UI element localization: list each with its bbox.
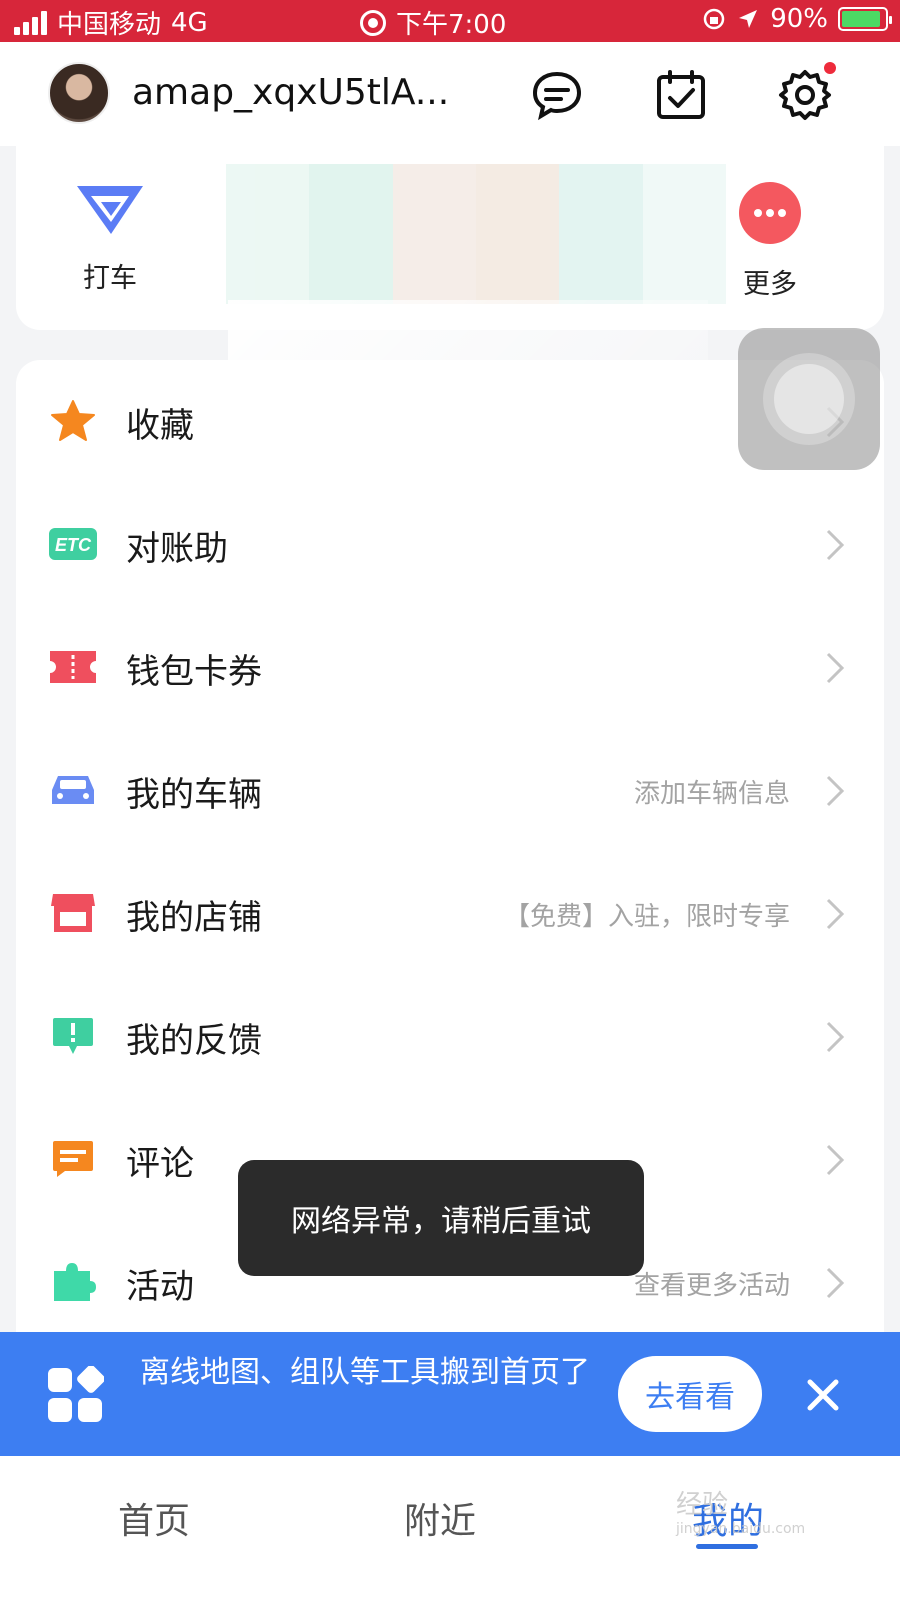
watermark-sub: jingyan.baidu.com <box>676 1521 806 1537</box>
tile-label: 更多 <box>743 269 797 300</box>
tab-nearby[interactable]: 附近 <box>404 1492 476 1544</box>
notification-dot <box>824 62 836 74</box>
quick-tiles-card: 打车 更多 <box>16 146 884 330</box>
battery-percent: 90% <box>770 4 828 34</box>
chevron-right-icon <box>826 898 845 930</box>
status-bar: 中国移动 4G 下午7:00 90% <box>0 0 900 42</box>
tab-home[interactable]: 首页 <box>118 1492 190 1544</box>
screen-record-icon <box>360 9 386 36</box>
network-label: 4G <box>171 7 208 38</box>
menu-item-label: 活动 <box>126 1267 194 1307</box>
taxi-icon <box>77 186 143 234</box>
menu-item-wallet[interactable]: 钱包卡券 <box>16 606 884 729</box>
location-arrow-icon <box>739 10 758 28</box>
menu-item-label: 我的反馈 <box>126 1021 262 1061</box>
star-icon <box>48 398 98 444</box>
menu-item-label: 评论 <box>126 1144 194 1184</box>
menu-item-hint: 添加车辆信息 <box>633 779 790 809</box>
calendar-check-icon[interactable] <box>654 68 708 122</box>
store-icon <box>48 890 98 936</box>
svg-text:ETC: ETC <box>55 535 92 555</box>
menu-item-vehicle[interactable]: 我的车辆 添加车辆信息 <box>16 729 884 852</box>
menu-item-hint: 查看更多活动 <box>633 1271 790 1301</box>
menu-item-label: 我的店铺 <box>126 898 262 938</box>
comment-icon <box>48 1136 98 1182</box>
chevron-right-icon <box>826 775 845 807</box>
chevron-right-icon <box>826 1021 845 1053</box>
chevron-right-icon <box>826 652 845 684</box>
username[interactable]: amap_xqxU5tlA... <box>132 72 449 113</box>
network-error-toast: 网络异常，请稍后重试 <box>238 1160 644 1276</box>
carrier-label: 中国移动 <box>57 10 162 40</box>
clock: 下午7:00 <box>396 10 507 40</box>
watermark: 经验 jingyan.baidu.com <box>676 1484 805 1537</box>
active-tab-indicator <box>696 1544 758 1549</box>
profile-header: amap_xqxU5tlA... <box>0 42 900 146</box>
apps-grid-icon <box>48 1366 104 1422</box>
assistive-touch-button[interactable] <box>738 328 880 470</box>
gear-icon[interactable] <box>778 62 836 122</box>
watermark-text: 经验 <box>676 1490 729 1520</box>
chevron-right-icon <box>826 1267 845 1299</box>
menu-item-label: 收藏 <box>126 406 194 446</box>
car-icon <box>48 767 98 813</box>
tools-moved-banner: 离线地图、组队等工具搬到首页了 去看看 <box>0 1332 900 1456</box>
chat-icon[interactable] <box>530 68 584 122</box>
feedback-icon <box>48 1013 98 1059</box>
banner-text: 离线地图、组队等工具搬到首页了 <box>140 1355 590 1390</box>
menu-item-label: 我的车辆 <box>126 775 262 815</box>
tile-more[interactable]: 更多 <box>710 182 830 301</box>
menu-item-feedback[interactable]: 我的反馈 <box>16 975 884 1098</box>
chevron-right-icon <box>826 529 845 561</box>
menu-item-label: 钱包卡券 <box>126 652 262 692</box>
ticket-icon <box>48 644 98 690</box>
battery-icon <box>838 7 892 31</box>
signal-icon <box>14 10 47 35</box>
tile-label: 打车 <box>83 263 137 294</box>
more-icon <box>739 182 801 244</box>
etc-icon: ETC <box>48 521 98 567</box>
orientation-lock-icon <box>703 8 725 30</box>
go-see-button[interactable]: 去看看 <box>618 1356 762 1432</box>
puzzle-icon <box>48 1259 98 1305</box>
tile-taxi[interactable]: 打车 <box>50 182 170 295</box>
avatar[interactable] <box>48 62 110 124</box>
blurred-tiles <box>226 164 726 304</box>
menu-item-label: 对账助 <box>126 529 228 569</box>
menu-item-etc[interactable]: ETC 对账助 <box>16 483 884 606</box>
chevron-right-icon <box>826 1144 845 1176</box>
close-icon[interactable] <box>800 1372 846 1418</box>
menu-item-hint: 【免费】入驻，限时专享 <box>503 902 790 932</box>
menu-item-store[interactable]: 我的店铺 【免费】入驻，限时专享 <box>16 852 884 975</box>
